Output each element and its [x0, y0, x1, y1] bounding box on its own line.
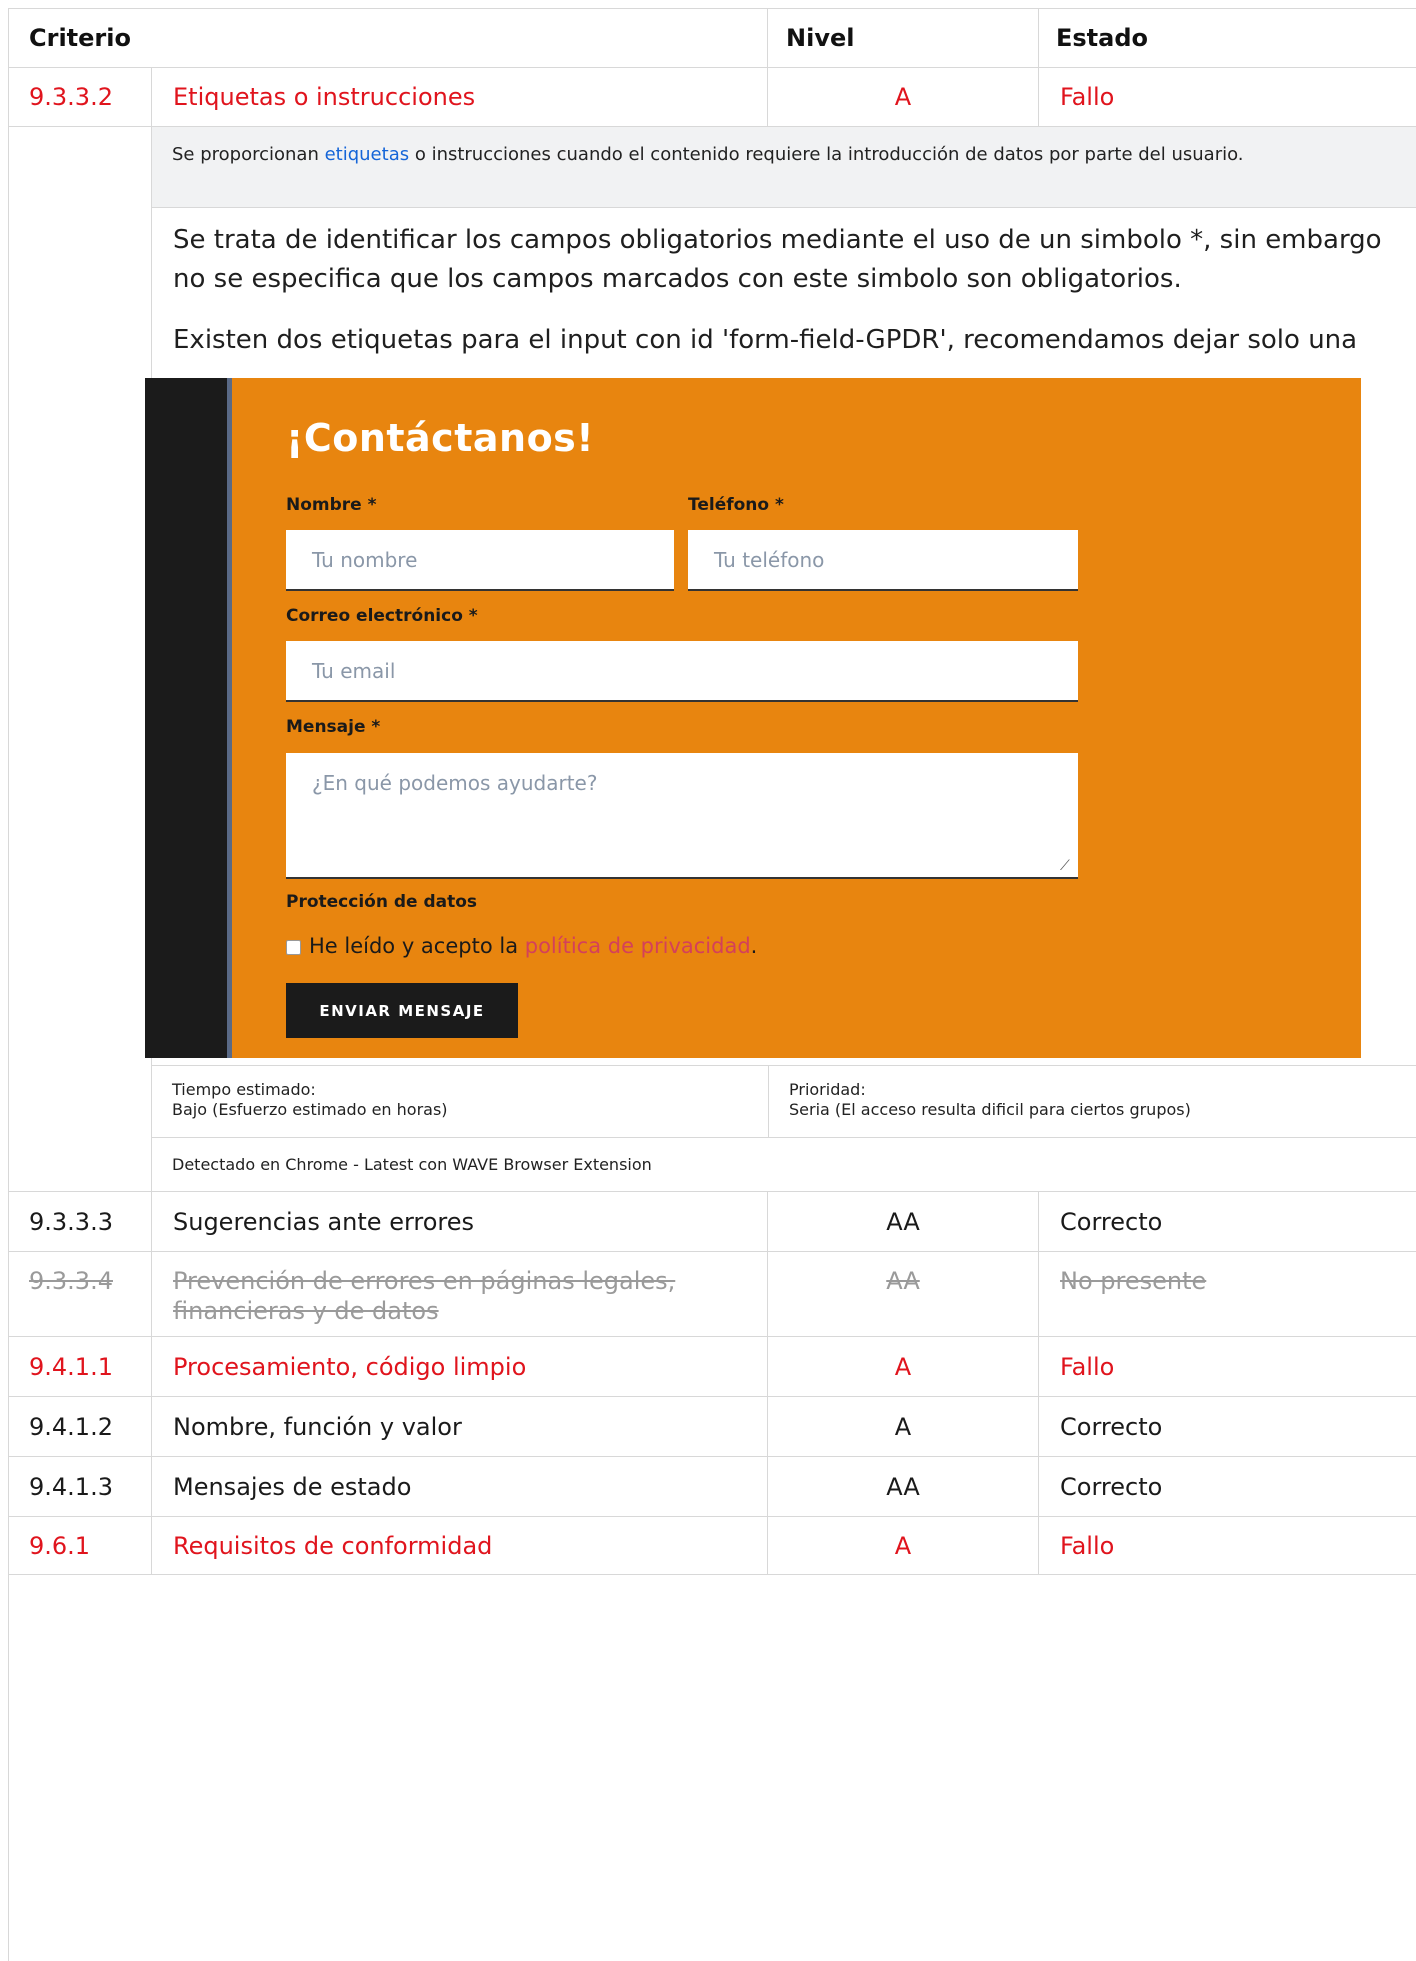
- criterion-state: No presente: [1039, 1252, 1416, 1336]
- criterion-level: A: [768, 1397, 1039, 1456]
- criterion-name[interactable]: Prevención de errores en páginas legales…: [152, 1252, 768, 1336]
- criterion-code: 9.4.1.3: [9, 1457, 152, 1516]
- criterion-state: Fallo: [1039, 68, 1416, 126]
- criterion-state: Correcto: [1039, 1192, 1416, 1251]
- criterion-state: Correcto: [1039, 1397, 1416, 1456]
- criterion-level: A: [768, 1517, 1039, 1574]
- criterion-name[interactable]: Sugerencias ante errores: [152, 1192, 768, 1251]
- criterion-code: 9.4.1.2: [9, 1397, 152, 1456]
- table-row[interactable]: 9.4.1.3 Mensajes de estado AA Correcto: [9, 1457, 1416, 1517]
- criterion-name[interactable]: Nombre, función y valor: [152, 1397, 768, 1456]
- phone-label: Teléfono *: [688, 495, 784, 515]
- contact-title: ¡Contáctanos!: [286, 416, 595, 460]
- message-textarea[interactable]: ¿En qué podemos ayudarte? ⟋: [286, 753, 1078, 879]
- privacy-accept-text: He leído y acepto la política de privaci…: [309, 934, 757, 958]
- privacy-heading: Protección de datos: [286, 892, 478, 912]
- table-row-expanded[interactable]: 9.3.3.2 Etiquetas o instrucciones A Fall…: [9, 68, 1416, 127]
- table-row[interactable]: 9.4.1.2 Nombre, función y valor A Correc…: [9, 1397, 1416, 1457]
- accessibility-report: Criterio Nivel Estado 9.3.3.2 Etiquetas …: [0, 0, 1416, 1961]
- criterion-description: Se proporcionan etiquetas o instruccione…: [152, 127, 1416, 208]
- table-header: Criterio Nivel Estado: [9, 9, 1416, 68]
- privacy-policy-link[interactable]: política de privacidad: [525, 934, 751, 958]
- findings-block: Se trata de identificar los campos oblig…: [145, 208, 1416, 1066]
- priority-label: Prioridad:: [789, 1080, 866, 1099]
- criterion-name[interactable]: Mensajes de estado: [152, 1457, 768, 1516]
- criterion-level: AA: [768, 1457, 1039, 1516]
- accept-text: He leído y acepto la: [309, 934, 525, 958]
- screenshot-stripe: [227, 378, 232, 1058]
- description-text-end: o instrucciones cuando el contenido requ…: [409, 144, 1244, 165]
- time-value: Bajo (Esfuerzo estimado en horas): [172, 1100, 448, 1119]
- message-label: Mensaje *: [286, 717, 381, 737]
- criterion-level: A: [768, 1337, 1039, 1396]
- criterion-state: Correcto: [1039, 1457, 1416, 1516]
- criterion-state: Fallo: [1039, 1517, 1416, 1574]
- criterion-level: AA: [768, 1192, 1039, 1251]
- email-input[interactable]: Tu email: [286, 641, 1078, 702]
- criterion-name[interactable]: Etiquetas o instrucciones: [152, 68, 768, 126]
- criterion-level: A: [768, 68, 1039, 126]
- priority-value: Seria (El acceso resulta dificil para ci…: [789, 1100, 1191, 1119]
- email-label: Correo electrónico *: [286, 606, 478, 626]
- table-row[interactable]: 9.3.3.3 Sugerencias ante errores AA Corr…: [9, 1192, 1416, 1252]
- accept-text-end: .: [750, 934, 758, 958]
- estimate-block: Tiempo estimado: Bajo (Esfuerzo estimado…: [152, 1066, 1416, 1138]
- table-row[interactable]: 9.4.1.1 Procesamiento, código limpio A F…: [9, 1337, 1416, 1397]
- message-placeholder: ¿En qué podemos ayudarte?: [312, 771, 598, 795]
- description-text: Se proporcionan: [172, 144, 325, 165]
- header-estado: Estado: [1039, 9, 1416, 67]
- detail-spacer: [9, 127, 152, 1192]
- criterion-name[interactable]: Requisitos de conformidad: [152, 1517, 768, 1574]
- resize-grip-icon[interactable]: ⟋: [1060, 859, 1074, 873]
- time-estimate: Tiempo estimado: Bajo (Esfuerzo estimado…: [152, 1066, 769, 1137]
- time-label: Tiempo estimado:: [172, 1080, 316, 1099]
- criterion-code: 9.3.3.3: [9, 1192, 152, 1251]
- criterion-level: AA: [768, 1252, 1039, 1336]
- criterion-code: 9.6.1: [9, 1517, 152, 1574]
- criterion-code: 9.3.3.2: [9, 68, 152, 126]
- screenshot-sidebar: [145, 378, 227, 1058]
- criterion-code: 9.4.1.1: [9, 1337, 152, 1396]
- name-input[interactable]: Tu nombre: [286, 530, 674, 591]
- priority: Prioridad: Seria (El acceso resulta difi…: [769, 1066, 1416, 1137]
- header-nivel: Nivel: [768, 9, 1039, 67]
- criterion-state: Fallo: [1039, 1337, 1416, 1396]
- form-screenshot: ¡Contáctanos! Nombre * Teléfono * Tu nom…: [145, 378, 1361, 1058]
- header-criterio: Criterio: [9, 9, 768, 67]
- finding-paragraph-1: Se trata de identificar los campos oblig…: [173, 225, 1382, 294]
- criteria-table: Criterio Nivel Estado 9.3.3.2 Etiquetas …: [8, 8, 1416, 1961]
- table-row[interactable]: 9.6.1 Requisitos de conformidad A Fallo: [9, 1517, 1416, 1575]
- finding-paragraph-2: Existen dos etiquetas para el input con …: [173, 325, 1358, 355]
- detected-note: Detectado en Chrome - Latest con WAVE Br…: [152, 1138, 1416, 1192]
- criterion-name[interactable]: Procesamiento, código limpio: [152, 1337, 768, 1396]
- privacy-checkbox[interactable]: [286, 940, 301, 955]
- phone-input[interactable]: Tu teléfono: [688, 530, 1078, 591]
- send-message-button[interactable]: ENVIAR MENSAJE: [286, 983, 518, 1038]
- etiquetas-link[interactable]: etiquetas: [325, 144, 410, 165]
- table-row[interactable]: 9.3.3.4 Prevención de errores en páginas…: [9, 1252, 1416, 1337]
- criterion-code: 9.3.3.4: [9, 1252, 152, 1336]
- name-label: Nombre *: [286, 495, 377, 515]
